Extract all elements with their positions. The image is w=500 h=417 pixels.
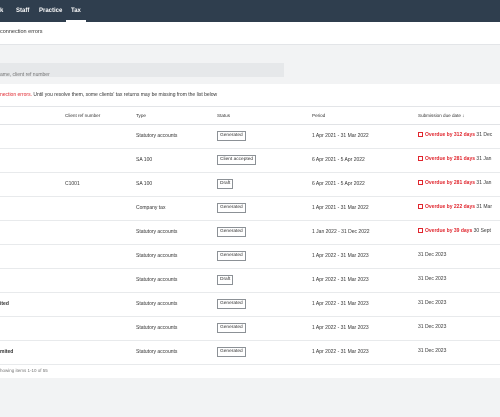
return-type: Statutory accounts xyxy=(136,133,178,139)
due-date: 31 Dec 2023 xyxy=(418,324,447,330)
status-badge: Draft xyxy=(217,179,234,189)
overdue-text: Overdue by 222 days xyxy=(425,204,476,210)
header-period[interactable]: Period xyxy=(312,113,325,118)
submission-due-date: 31 Dec 2023 xyxy=(418,323,446,332)
table-row[interactable]: Company tax Generated 1 Apr 2021 - 31 Mar … xyxy=(0,197,500,221)
table-row[interactable]: SA 100 Client accepted 6 Apr 2021 - 5 Apr … xyxy=(0,149,500,173)
due-date: 31 Jan xyxy=(476,180,492,186)
calendar-warning-icon xyxy=(418,131,423,137)
nav-item-tax[interactable]: Tax xyxy=(66,0,86,22)
return-type: Statutory accounts xyxy=(136,325,178,331)
period: 1 Apr 2022 - 31 Mar 2023 xyxy=(312,325,369,331)
client-ref-number: C1001 xyxy=(65,181,80,187)
return-type: SA 100 xyxy=(136,181,153,187)
return-type: Statutory accounts xyxy=(136,253,178,259)
submission-due-date: 31 Dec 2023 xyxy=(418,299,446,308)
due-date: 31 Dec 2023 xyxy=(418,348,447,354)
return-type: Statutory accounts xyxy=(136,301,178,307)
overdue-text: Overdue by 281 days xyxy=(425,156,476,162)
period: 6 Apr 2021 - 5 Apr 2022 xyxy=(312,181,365,187)
overdue-text: Overdue by 281 days xyxy=(425,180,476,186)
period: 1 Jan 2022 - 31 Dec 2022 xyxy=(312,229,370,235)
connection-errors-title[interactable]: connection errors xyxy=(0,29,43,35)
period: 1 Apr 2021 - 31 Mar 2022 xyxy=(312,133,369,139)
overdue-text: Overdue by 39 days xyxy=(425,228,473,234)
overdue-text: Overdue by 312 days xyxy=(425,132,476,138)
due-date: 30 Sept xyxy=(473,228,491,234)
connection-warning-banner: nection errors. Until you resolve them, … xyxy=(0,84,500,107)
pagination-info: howing items 1-10 of 55 xyxy=(0,368,48,373)
search-box[interactable] xyxy=(0,63,284,82)
header-client-ref[interactable]: Client ref number xyxy=(65,113,100,118)
table-header: Client ref number Type Status Period Sub… xyxy=(0,107,500,125)
period: 1 Apr 2021 - 31 Mar 2022 xyxy=(312,205,369,211)
return-type: Statutory accounts xyxy=(136,277,178,283)
submission-due-date: Overdue by 312 days 31 Dec xyxy=(418,131,492,140)
submission-due-date: Overdue by 281 days 31 Jan xyxy=(418,179,491,188)
top-navigation-bar: k Staff Practice Tax xyxy=(0,0,500,22)
search-area xyxy=(0,45,500,83)
due-date: 31 Jan xyxy=(476,156,492,162)
submission-due-date: Overdue by 39 days 30 Sept xyxy=(418,227,491,236)
submission-due-date: 31 Dec 2023 xyxy=(418,275,446,284)
table-footer: howing items 1-10 of 55 xyxy=(0,368,500,417)
table-row[interactable]: Statutory accounts Draft 1 Apr 2022 - 31 M… xyxy=(0,269,500,293)
warning-error-link[interactable]: nection errors. xyxy=(0,92,32,98)
period: 1 Apr 2022 - 31 Mar 2023 xyxy=(312,301,369,307)
return-type: Statutory accounts xyxy=(136,349,178,355)
tax-returns-table: Client ref number Type Status Period Sub… xyxy=(0,107,500,378)
status-badge: Generated xyxy=(217,323,246,333)
table-row[interactable]: Statutory accounts Generated 1 Apr 2022 - … xyxy=(0,245,500,269)
nav-item-practice[interactable]: Practice xyxy=(39,0,62,22)
header-type[interactable]: Type xyxy=(136,113,146,118)
due-date: 31 Dec 2023 xyxy=(418,252,447,258)
table-row[interactable]: Statutory accounts Generated 1 Apr 2022 - … xyxy=(0,317,500,341)
period: 1 Apr 2022 - 31 Mar 2023 xyxy=(312,277,369,283)
period: 1 Apr 2022 - 31 Mar 2023 xyxy=(312,253,369,259)
search-input[interactable] xyxy=(0,68,270,82)
client-name[interactable]: ited xyxy=(0,301,9,307)
status-badge: Client accepted xyxy=(217,155,257,165)
due-date: 31 Mar xyxy=(476,204,492,210)
status-badge: Generated xyxy=(217,347,246,357)
table-row[interactable]: Statutory accounts Generated 1 Jan 2022 - … xyxy=(0,221,500,245)
return-type: Statutory accounts xyxy=(136,229,178,235)
nav-item-partial[interactable]: k xyxy=(0,0,3,22)
return-type: SA 100 xyxy=(136,157,153,163)
connection-errors-bar: connection errors xyxy=(0,22,500,45)
return-type: Company tax xyxy=(136,205,166,211)
status-badge: Generated xyxy=(217,251,246,261)
calendar-warning-icon xyxy=(418,227,423,233)
status-badge: Generated xyxy=(217,227,246,237)
status-badge: Generated xyxy=(217,131,246,141)
table-row[interactable]: mited Statutory accounts Generated 1 Apr 20… xyxy=(0,341,500,365)
warning-text: Until you resolve them, some clients' ta… xyxy=(31,92,218,98)
header-status[interactable]: Status xyxy=(217,113,230,118)
period: 1 Apr 2022 - 31 Mar 2023 xyxy=(312,349,369,355)
status-badge: Generated xyxy=(217,203,246,213)
due-date: 31 Dec 2023 xyxy=(418,300,447,306)
calendar-warning-icon xyxy=(418,203,423,209)
period: 6 Apr 2021 - 5 Apr 2022 xyxy=(312,157,365,163)
table-row[interactable]: ited Statutory accounts Generated 1 Apr 202… xyxy=(0,293,500,317)
submission-due-date: 31 Dec 2023 xyxy=(418,347,446,356)
calendar-warning-icon xyxy=(418,155,423,161)
table-row[interactable]: C1001 SA 100 Draft 6 Apr 2021 - 5 Apr 2022 O… xyxy=(0,173,500,197)
status-badge: Generated xyxy=(217,299,246,309)
due-date: 31 Dec xyxy=(476,132,493,138)
nav-item-staff[interactable]: Staff xyxy=(16,0,29,22)
table-row[interactable]: Statutory accounts Generated 1 Apr 2021 - … xyxy=(0,125,500,149)
due-date: 31 Dec 2023 xyxy=(418,276,447,282)
client-name[interactable]: mited xyxy=(0,349,13,355)
calendar-warning-icon xyxy=(418,179,423,185)
submission-due-date: Overdue by 222 days 31 Mar xyxy=(418,203,492,212)
header-submission-due-date[interactable]: Submission due date ↓ xyxy=(418,113,464,118)
submission-due-date: Overdue by 281 days 31 Jan xyxy=(418,155,491,164)
submission-due-date: 31 Dec 2023 xyxy=(418,251,446,260)
status-badge: Draft xyxy=(217,275,234,285)
